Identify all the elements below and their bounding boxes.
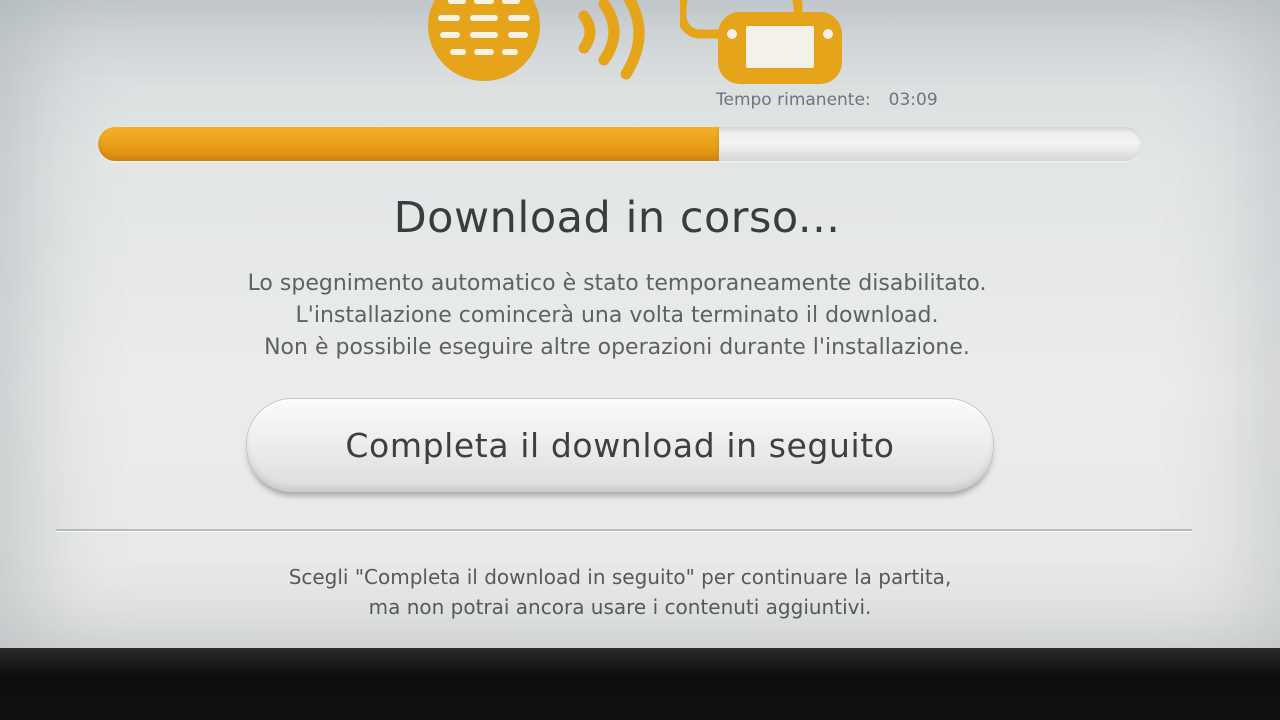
footer-line: ma non potrai ancora usare i contenuti a…: [368, 595, 872, 619]
complete-download-later-button[interactable]: Completa il download in seguito: [246, 398, 994, 492]
download-progress-bar: [98, 127, 1142, 161]
time-remaining-value: 03:09: [888, 90, 938, 110]
divider: [56, 529, 1192, 531]
time-remaining-label: Tempo rimanente:: [716, 90, 871, 110]
time-remaining: Tempo rimanente: 03:09: [716, 90, 938, 110]
download-progress-fill: [98, 127, 720, 161]
download-screen: Tempo rimanente: 03:09 Download in corso.…: [0, 0, 1280, 648]
complete-download-later-label: Completa il download in seguito: [345, 425, 895, 465]
footer-line: Scegli "Completa il download in seguito"…: [288, 565, 952, 589]
info-message: L'installazione comincerà una volta term…: [295, 303, 939, 328]
gamepad-icon: [680, 0, 842, 84]
screen-bezel: [0, 648, 1280, 720]
signal-icon: [578, 0, 645, 80]
info-message: Non è possibile eseguire altre operazion…: [264, 335, 970, 360]
info-messages: Lo spegnimento automatico è stato tempor…: [0, 268, 1234, 364]
footer-note: Scegli "Completa il download in seguito"…: [0, 562, 1240, 622]
globe-icon: [428, 0, 540, 81]
info-message: Lo spegnimento automatico è stato tempor…: [247, 271, 987, 296]
page-title: Download in corso...: [393, 193, 841, 243]
